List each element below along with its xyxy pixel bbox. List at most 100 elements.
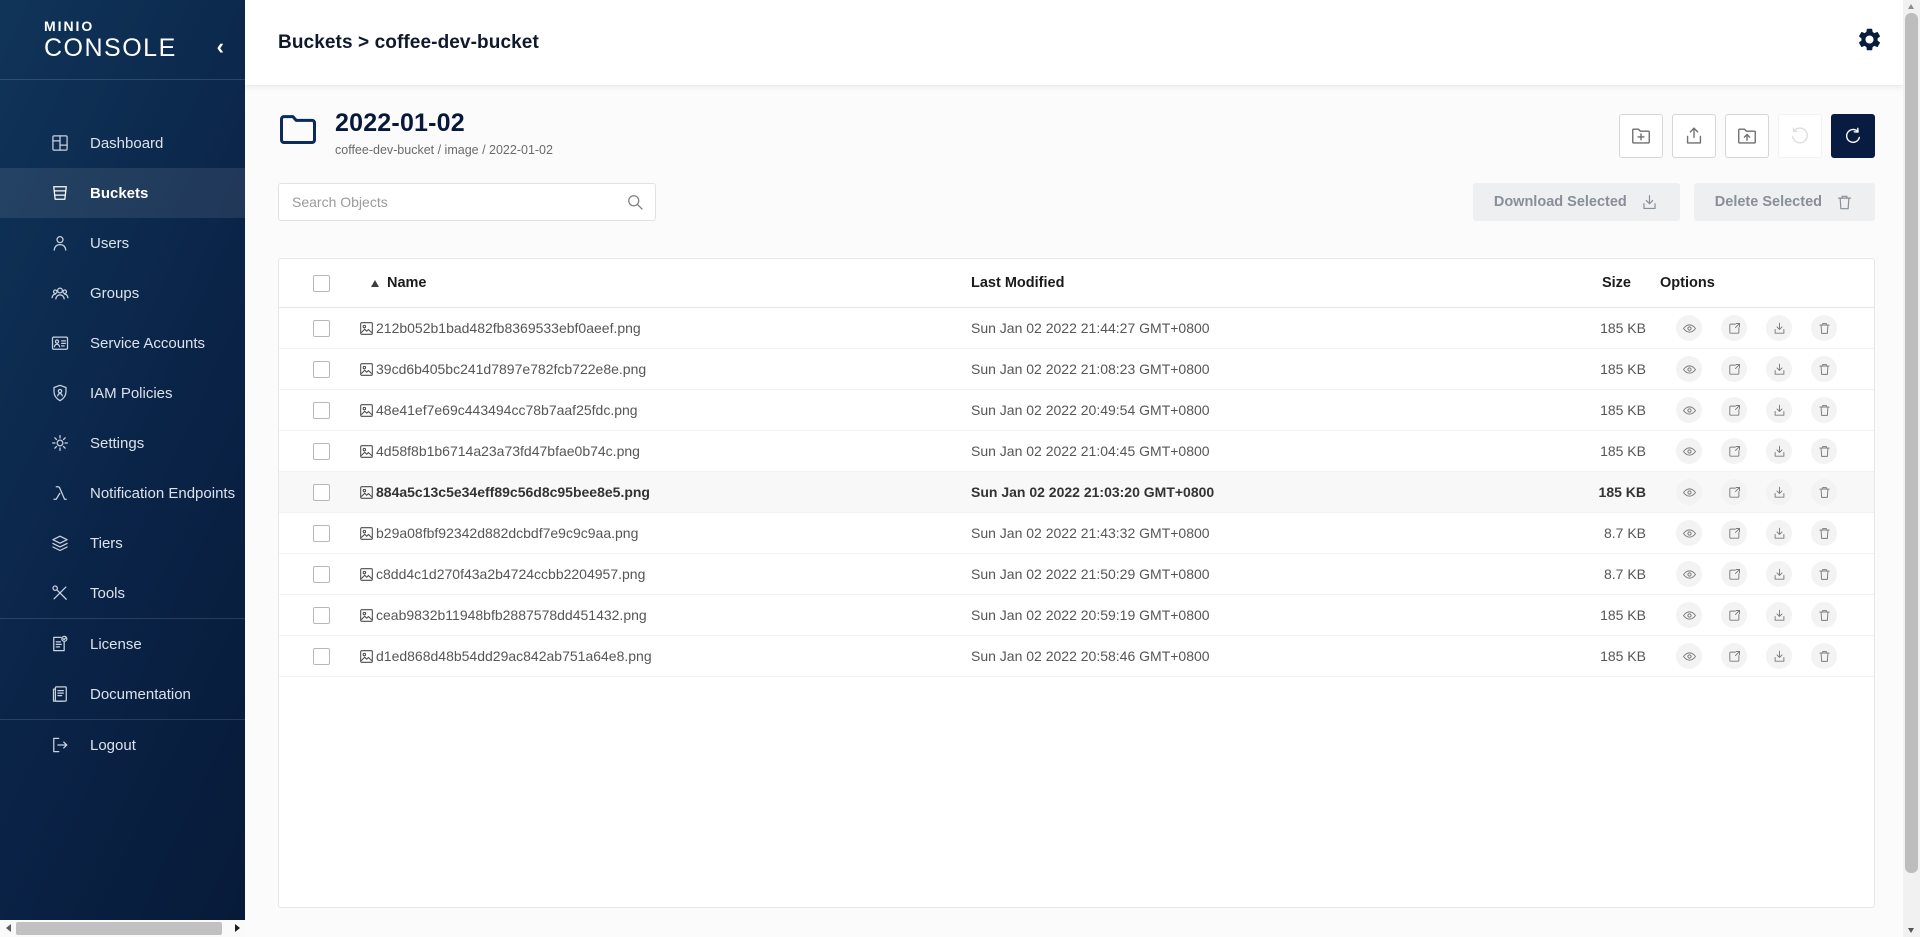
select-all-checkbox[interactable] <box>313 275 330 292</box>
object-name[interactable]: c8dd4c1d270f43a2b4724ccbb2204957.png <box>371 566 971 582</box>
settings-gear-button[interactable] <box>1852 22 1887 57</box>
row-checkbox[interactable] <box>313 566 330 583</box>
share-button[interactable] <box>1721 602 1747 628</box>
column-header-name[interactable]: Name <box>371 275 971 291</box>
share-button[interactable] <box>1721 438 1747 464</box>
delete-button[interactable] <box>1811 520 1837 546</box>
object-name[interactable]: b29a08fbf92342d882dcbdf7e9c9c9aa.png <box>371 525 971 541</box>
download-button[interactable] <box>1766 315 1792 341</box>
row-checkbox[interactable] <box>313 320 330 337</box>
table-row[interactable]: c8dd4c1d270f43a2b4724ccbb2204957.pngSun … <box>279 554 1874 595</box>
download-button[interactable] <box>1766 438 1792 464</box>
preview-button[interactable] <box>1676 315 1702 341</box>
row-checkbox[interactable] <box>313 402 330 419</box>
scroll-right-arrow[interactable] <box>235 924 240 932</box>
sidebar-item-documentation[interactable]: Documentation <box>0 669 245 719</box>
table-row[interactable]: 884a5c13c5e34eff89c56d8c95bee8e5.pngSun … <box>279 472 1874 513</box>
table-row[interactable]: b29a08fbf92342d882dcbdf7e9c9c9aa.pngSun … <box>279 513 1874 554</box>
table-row[interactable]: 48e41ef7e69c443494cc78b7aaf25fdc.pngSun … <box>279 390 1874 431</box>
object-name[interactable]: 4d58f8b1b6714a23a73fd47bfae0b74c.png <box>371 443 971 459</box>
preview-button[interactable] <box>1676 643 1702 669</box>
download-button[interactable] <box>1766 643 1792 669</box>
share-button[interactable] <box>1721 315 1747 341</box>
delete-button[interactable] <box>1811 356 1837 382</box>
object-name[interactable]: 48e41ef7e69c443494cc78b7aaf25fdc.png <box>371 402 971 418</box>
preview-button[interactable] <box>1676 602 1702 628</box>
delete-button[interactable] <box>1811 479 1837 505</box>
row-checkbox[interactable] <box>313 648 330 665</box>
delete-button[interactable] <box>1811 315 1837 341</box>
sidebar-item-tools[interactable]: Tools <box>0 568 245 618</box>
delete-button[interactable] <box>1811 602 1837 628</box>
delete-button[interactable] <box>1811 438 1837 464</box>
scroll-left-arrow[interactable] <box>6 924 11 932</box>
object-name[interactable]: 212b052b1bad482fb8369533ebf0aeef.png <box>371 320 971 336</box>
row-checkbox[interactable] <box>313 525 330 542</box>
upload-folder-button[interactable] <box>1725 114 1769 158</box>
download-button[interactable] <box>1766 397 1792 423</box>
sidebar-item-users[interactable]: Users <box>0 218 245 268</box>
sidebar-item-logout[interactable]: Logout <box>0 720 245 770</box>
download-selected-button[interactable]: Download Selected <box>1473 183 1680 221</box>
download-button[interactable] <box>1766 479 1792 505</box>
sidebar-item-service-accounts[interactable]: Service Accounts <box>0 318 245 368</box>
upload-file-button[interactable] <box>1672 114 1716 158</box>
sidebar-item-dashboard[interactable]: Dashboard <box>0 118 245 168</box>
vertical-scrollbar-thumb[interactable] <box>1905 13 1918 873</box>
new-path-button[interactable] <box>1619 114 1663 158</box>
breadcrumb[interactable]: Buckets > coffee-dev-bucket <box>278 32 539 54</box>
preview-button[interactable] <box>1676 397 1702 423</box>
share-button[interactable] <box>1721 356 1747 382</box>
share-button[interactable] <box>1721 520 1747 546</box>
share-button[interactable] <box>1721 561 1747 587</box>
table-row[interactable]: 212b052b1bad482fb8369533ebf0aeef.pngSun … <box>279 308 1874 349</box>
preview-button[interactable] <box>1676 520 1702 546</box>
sidebar-item-buckets[interactable]: Buckets <box>0 168 245 218</box>
table-row[interactable]: d1ed868d48b54dd29ac842ab751a64e8.pngSun … <box>279 636 1874 677</box>
horizontal-scrollbar-thumb[interactable] <box>16 922 222 935</box>
sidebar-item-groups[interactable]: Groups <box>0 268 245 318</box>
delete-button[interactable] <box>1811 397 1837 423</box>
download-button[interactable] <box>1766 356 1792 382</box>
download-button[interactable] <box>1766 602 1792 628</box>
scroll-down-arrow[interactable] <box>1908 928 1914 933</box>
delete-button[interactable] <box>1811 561 1837 587</box>
row-checkbox[interactable] <box>313 607 330 624</box>
object-name[interactable]: 884a5c13c5e34eff89c56d8c95bee8e5.png <box>371 484 971 500</box>
preview-button[interactable] <box>1676 561 1702 587</box>
share-button[interactable] <box>1721 397 1747 423</box>
sidebar-collapse-button[interactable]: ‹ <box>211 34 230 60</box>
object-name[interactable]: 39cd6b405bc241d7897e782fcb722e8e.png <box>371 361 971 377</box>
vertical-scrollbar[interactable] <box>1903 0 1920 937</box>
search-input[interactable] <box>278 183 656 221</box>
column-header-last-modified[interactable]: Last Modified <box>971 275 1426 291</box>
preview-button[interactable] <box>1676 356 1702 382</box>
object-size: 8.7 KB <box>1426 525 1646 541</box>
sidebar-item-license[interactable]: License <box>0 619 245 669</box>
delete-button[interactable] <box>1811 643 1837 669</box>
row-checkbox[interactable] <box>313 484 330 501</box>
table-row[interactable]: 39cd6b405bc241d7897e782fcb722e8e.pngSun … <box>279 349 1874 390</box>
sidebar-item-tiers[interactable]: Tiers <box>0 518 245 568</box>
download-button[interactable] <box>1766 520 1792 546</box>
share-button[interactable] <box>1721 643 1747 669</box>
table-row[interactable]: ceab9832b11948bfb2887578dd451432.pngSun … <box>279 595 1874 636</box>
delete-selected-button[interactable]: Delete Selected <box>1694 183 1875 221</box>
rewind-button[interactable] <box>1778 114 1822 158</box>
share-button[interactable] <box>1721 479 1747 505</box>
column-header-size[interactable]: Size <box>1426 275 1646 291</box>
refresh-button[interactable] <box>1831 114 1875 158</box>
horizontal-scrollbar[interactable] <box>0 920 245 937</box>
preview-button[interactable] <box>1676 438 1702 464</box>
preview-button[interactable] <box>1676 479 1702 505</box>
table-row[interactable]: 4d58f8b1b6714a23a73fd47bfae0b74c.pngSun … <box>279 431 1874 472</box>
sidebar-item-settings[interactable]: Settings <box>0 418 245 468</box>
download-button[interactable] <box>1766 561 1792 587</box>
row-checkbox[interactable] <box>313 361 330 378</box>
sidebar-item-notification-endpoints[interactable]: Notification Endpoints <box>0 468 245 518</box>
row-checkbox[interactable] <box>313 443 330 460</box>
sidebar-item-iam-policies[interactable]: IAM Policies <box>0 368 245 418</box>
scroll-up-arrow[interactable] <box>1908 4 1914 9</box>
object-name[interactable]: d1ed868d48b54dd29ac842ab751a64e8.png <box>371 648 971 664</box>
object-name[interactable]: ceab9832b11948bfb2887578dd451432.png <box>371 607 971 623</box>
